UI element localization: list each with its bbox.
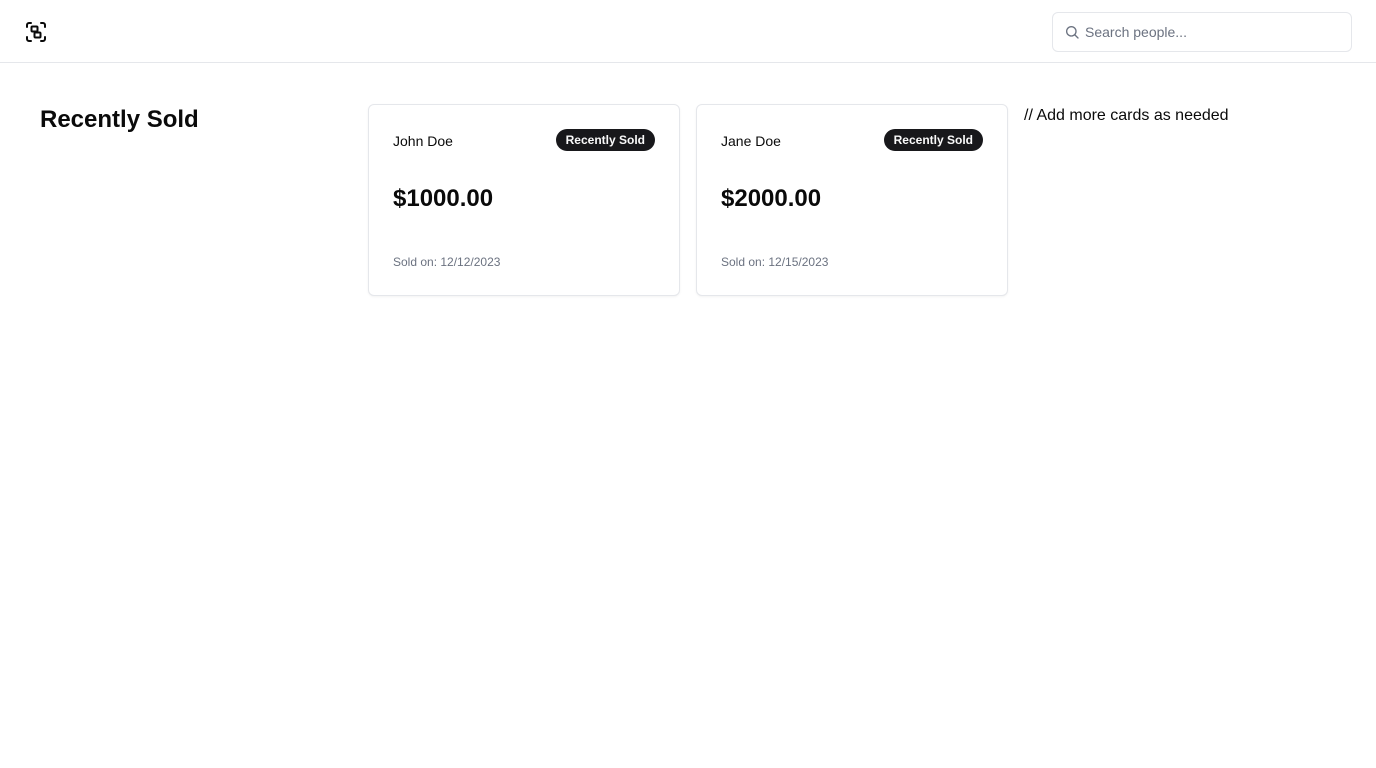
status-badge: Recently Sold <box>555 129 655 151</box>
top-header <box>0 0 1376 63</box>
page-title: Recently Sold <box>40 106 199 133</box>
sold-date: Sold on: 12/12/2023 <box>393 255 501 269</box>
sale-card[interactable]: Jane Doe Recently Sold $2000.00 Sold on:… <box>696 104 1008 296</box>
sold-date: Sold on: 12/15/2023 <box>721 255 829 269</box>
search-icon <box>1064 24 1080 40</box>
search-input[interactable] <box>1085 13 1345 51</box>
buyer-name: Jane Doe <box>721 133 781 149</box>
scan-face-icon[interactable] <box>24 20 48 44</box>
status-badge: Recently Sold <box>883 129 983 151</box>
sale-price: $2000.00 <box>721 185 822 212</box>
buyer-name: John Doe <box>393 133 453 149</box>
sale-card[interactable]: John Doe Recently Sold $1000.00 Sold on:… <box>368 104 680 296</box>
search-box[interactable] <box>1052 12 1352 52</box>
placeholder-comment: // Add more cards as needed <box>1024 107 1229 124</box>
sale-price: $1000.00 <box>393 185 494 212</box>
